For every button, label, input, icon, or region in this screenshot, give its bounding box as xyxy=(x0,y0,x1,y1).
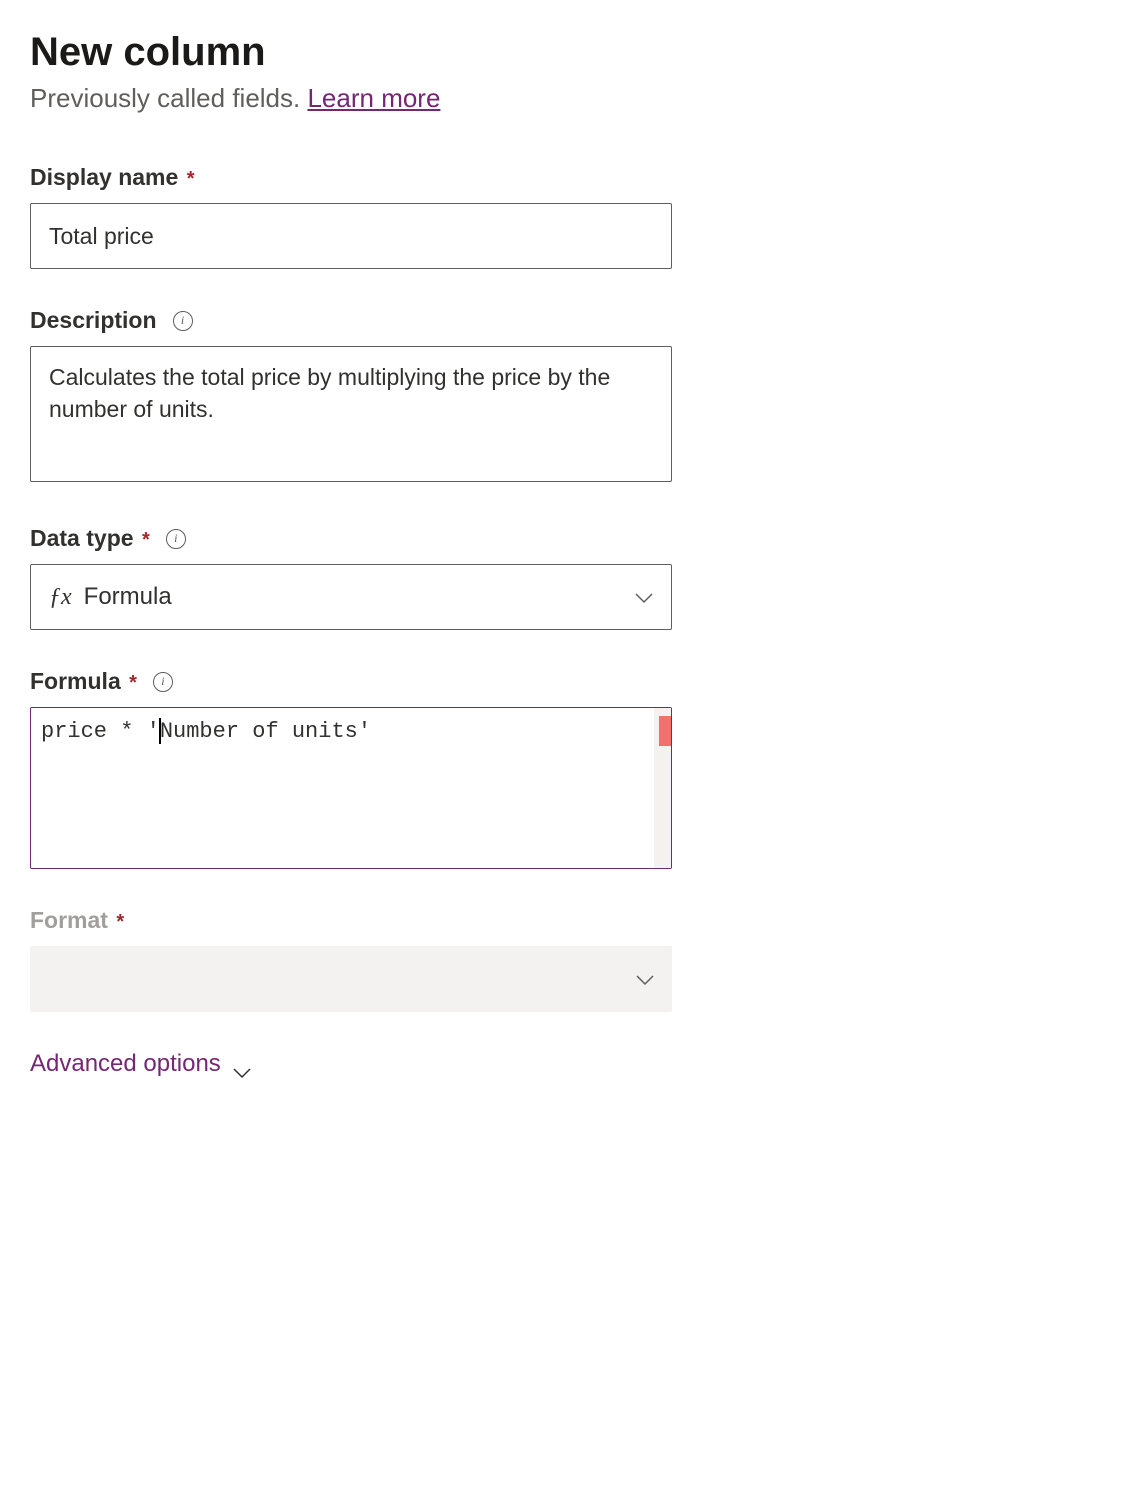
display-name-label: Display name * xyxy=(30,164,194,191)
formula-error-indicator xyxy=(659,716,671,746)
display-name-label-row: Display name * xyxy=(30,164,1110,191)
chevron-down-icon xyxy=(635,591,653,603)
data-type-select-content: ƒx Formula xyxy=(49,583,172,611)
page-title: New column xyxy=(30,30,1110,75)
data-type-value: Formula xyxy=(84,583,172,611)
formula-content: price * 'Number of units' xyxy=(31,708,671,754)
required-asterisk: * xyxy=(129,672,137,694)
required-asterisk: * xyxy=(187,168,195,190)
display-name-input[interactable] xyxy=(30,203,672,269)
data-type-label: Data type * xyxy=(30,525,150,552)
learn-more-link[interactable]: Learn more xyxy=(307,83,440,113)
display-name-field-group: Display name * xyxy=(30,164,1110,269)
format-label: Format * xyxy=(30,907,124,934)
data-type-label-row: Data type * i xyxy=(30,525,1110,552)
formula-field-group: Formula * i price * 'Number of units' xyxy=(30,668,1110,869)
info-icon[interactable]: i xyxy=(173,311,193,331)
format-select xyxy=(30,946,672,1012)
page-subtitle: Previously called fields. Learn more xyxy=(30,83,1110,114)
description-label: Description xyxy=(30,307,157,334)
required-asterisk: * xyxy=(142,529,150,551)
required-asterisk: * xyxy=(116,911,124,933)
description-label-row: Description i xyxy=(30,307,1110,334)
advanced-options-label: Advanced options xyxy=(30,1050,221,1078)
info-icon[interactable]: i xyxy=(153,672,173,692)
format-label-row: Format * xyxy=(30,907,1110,934)
fx-icon: ƒx xyxy=(49,584,72,611)
data-type-select[interactable]: ƒx Formula xyxy=(30,564,672,630)
info-icon[interactable]: i xyxy=(166,529,186,549)
formula-label-row: Formula * i xyxy=(30,668,1110,695)
advanced-options-toggle[interactable]: Advanced options xyxy=(30,1050,251,1078)
formula-input[interactable]: price * 'Number of units' xyxy=(30,707,672,869)
format-field-group: Format * xyxy=(30,907,1110,1012)
chevron-down-icon xyxy=(233,1058,251,1070)
formula-label: Formula * xyxy=(30,668,137,695)
chevron-down-icon xyxy=(636,973,654,985)
data-type-field-group: Data type * i ƒx Formula xyxy=(30,525,1110,630)
description-input[interactable]: Calculates the total price by multiplyin… xyxy=(30,346,672,482)
subtitle-text: Previously called fields. xyxy=(30,83,307,113)
description-field-group: Description i Calculates the total price… xyxy=(30,307,1110,487)
formula-scrollbar-track xyxy=(654,708,671,868)
